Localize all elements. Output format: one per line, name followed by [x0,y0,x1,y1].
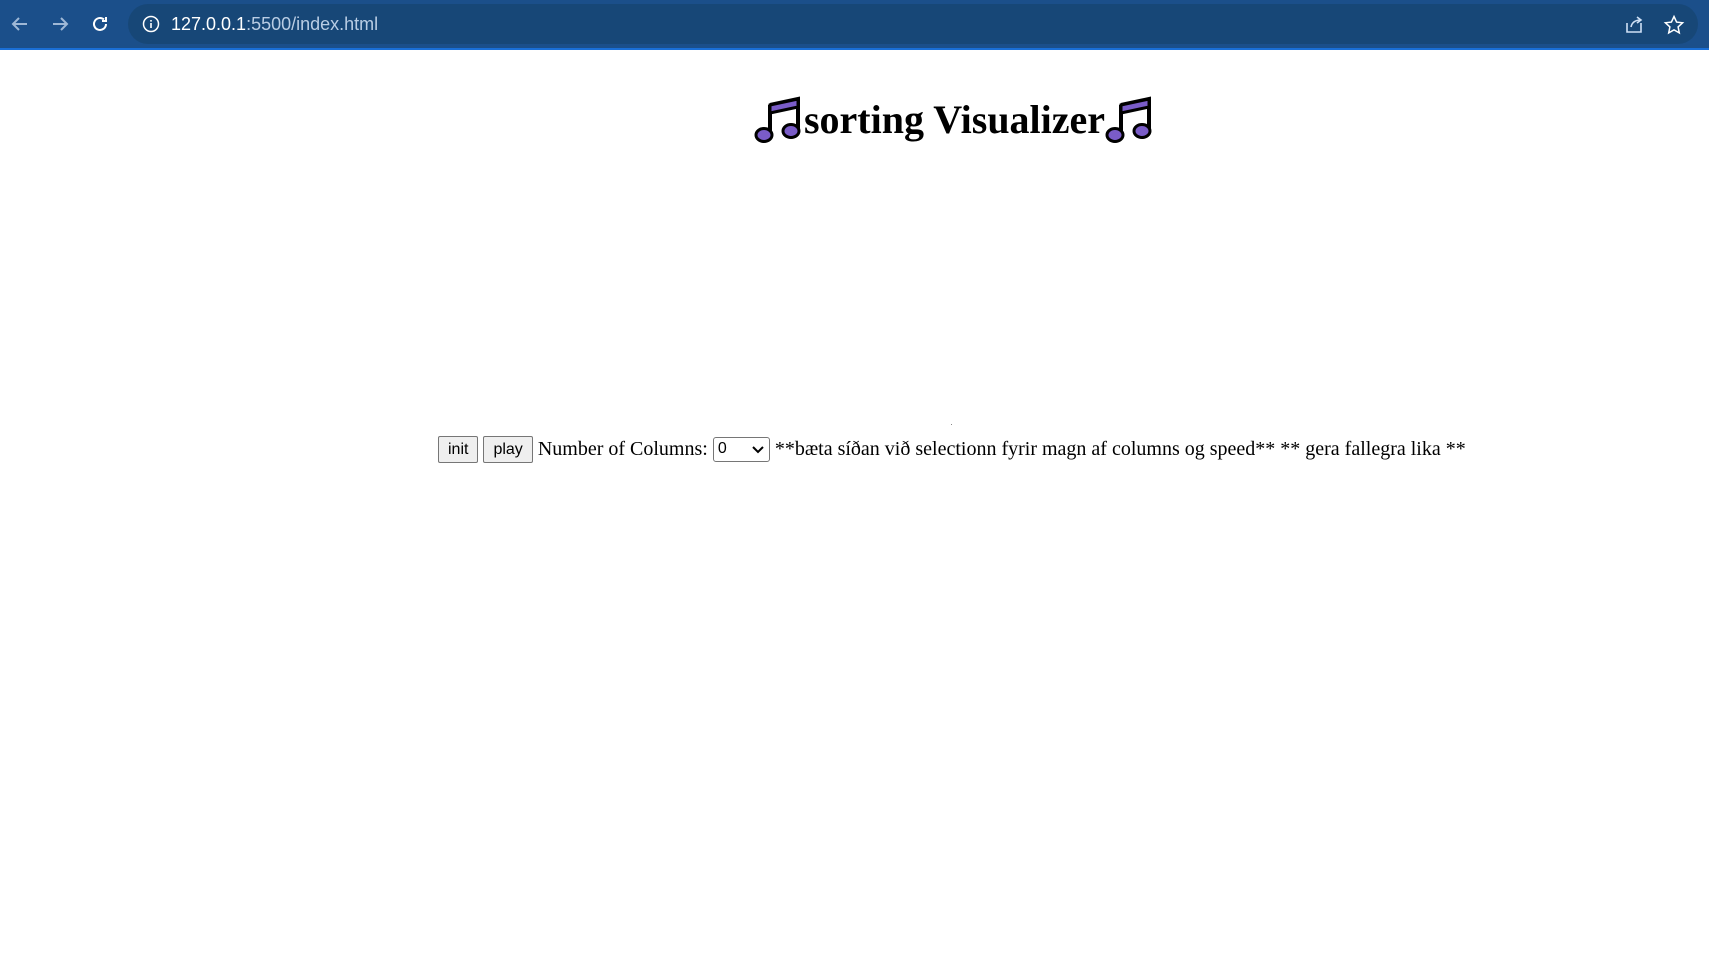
browser-toolbar: 127.0.0.1:5500/index.html [0,0,1709,50]
columns-select-value: 0 [717,440,727,457]
forward-arrow-icon [53,17,69,31]
music-note-icon [1105,96,1152,143]
star-icon[interactable] [1663,14,1685,36]
visualizer-canvas [951,424,952,425]
back-button[interactable] [5,9,35,39]
columns-label: Number of Columns: [537,438,708,460]
page-title: sorting Visualizer [0,86,1709,150]
title-text: sorting Visualizer [803,96,1106,142]
address-bar[interactable]: 127.0.0.1:5500/index.html [128,4,1698,44]
reload-icon [93,16,107,31]
url-path: :5500/index.html [246,14,379,34]
reload-button[interactable] [85,9,115,39]
play-button[interactable]: play [483,436,533,463]
url-text[interactable]: 127.0.0.1:5500/index.html [171,14,378,35]
music-note-icon [754,96,801,143]
forward-button[interactable] [45,9,75,39]
chevron-down-icon [752,446,764,454]
url-host: 127.0.0.1 [171,14,247,34]
todo-note: **bæta síðan við selectionn fyrir magn a… [774,438,1466,460]
back-arrow-icon [11,17,27,31]
info-icon[interactable] [142,15,160,33]
share-icon[interactable] [1623,14,1645,36]
controls-row: init play Number of Columns: 0 **bæta sí… [438,436,1466,463]
columns-select[interactable]: 0 [712,437,770,462]
init-button[interactable]: init [438,436,479,463]
